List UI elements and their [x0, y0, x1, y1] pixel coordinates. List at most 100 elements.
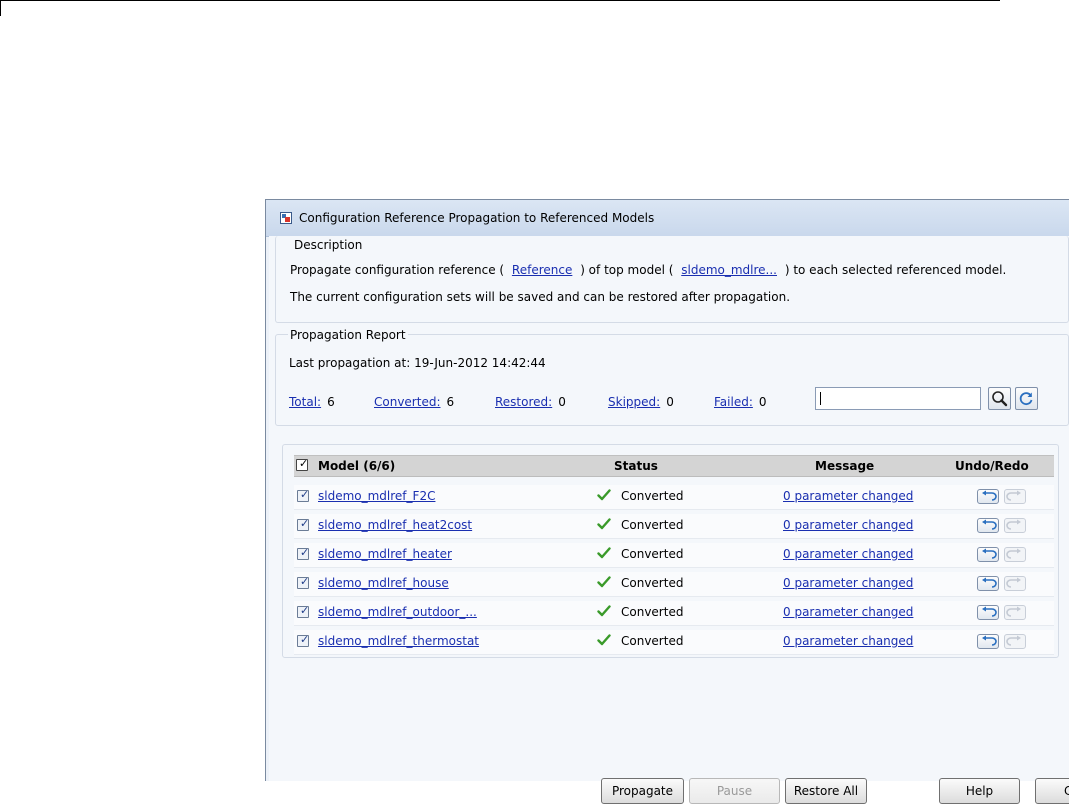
table-row[interactable]: ✓ sldemo_mdlref_house Converted 0 parameter… [294, 572, 1054, 597]
page-top-rule [0, 0, 1000, 1]
check-icon [597, 518, 611, 530]
restore-all-button[interactable]: Restore All [785, 778, 867, 804]
table-row[interactable]: ✓ sldemo_mdlref_thermostat Converted 0 para… [294, 630, 1054, 655]
help-button[interactable]: Help [939, 778, 1020, 804]
redo-button[interactable] [1004, 576, 1026, 591]
select-all-checkbox[interactable]: ✓ [296, 457, 309, 471]
checkmark-icon: ✓ [299, 457, 309, 470]
restored-value: 0 [558, 395, 566, 409]
checkmark-icon: ✓ [300, 546, 310, 559]
row-checkbox[interactable]: ✓ [297, 575, 309, 589]
redo-icon [1006, 519, 1021, 530]
description-group: Description Propagate configuration refe… [275, 236, 1069, 323]
stat-skipped: Skipped: 0 [608, 395, 674, 409]
model-link[interactable]: sldemo_mdlref_heat2cost [318, 518, 472, 532]
stat-total: Total: 6 [289, 395, 335, 409]
stat-failed: Failed: 0 [714, 395, 767, 409]
description-text-mid: ) of top model ( [580, 263, 674, 277]
redo-icon [1006, 548, 1021, 559]
status-text: Converted [621, 489, 684, 503]
top-model-link[interactable]: sldemo_mdlre... [681, 263, 777, 277]
table-row[interactable]: ✓ sldemo_mdlref_F2C Converted 0 parameter c… [294, 485, 1054, 510]
propagation-dialog: Configuration Reference Propagation to R… [265, 199, 1069, 804]
model-link[interactable]: sldemo_mdlref_F2C [318, 489, 435, 503]
propagate-button[interactable]: Propagate [601, 778, 684, 804]
model-link[interactable]: sldemo_mdlref_outdoor_... [318, 605, 477, 619]
status-text: Converted [621, 576, 684, 590]
filter-input[interactable] [815, 387, 981, 410]
message-link[interactable]: 0 parameter changed [783, 576, 913, 590]
redo-icon [1006, 635, 1021, 646]
row-checkbox[interactable]: ✓ [297, 604, 310, 618]
redo-button[interactable] [1004, 634, 1026, 649]
converted-value: 6 [446, 395, 455, 409]
redo-button[interactable] [1004, 605, 1026, 620]
row-checkbox[interactable]: ✓ [297, 633, 310, 647]
simulink-app-icon [280, 212, 292, 224]
column-model[interactable]: Model (6/6) [318, 459, 395, 473]
row-checkbox[interactable]: ✓ [297, 517, 309, 531]
total-link[interactable]: Total: [289, 395, 321, 409]
description-text-suffix: ) to each selected referenced model. [784, 263, 1007, 277]
message-link[interactable]: 0 parameter changed [783, 489, 913, 503]
table-row[interactable]: ✓ sldemo_mdlref_heat2cost Converted 0 param… [294, 514, 1054, 539]
undo-button[interactable] [977, 518, 999, 533]
undo-icon [982, 490, 997, 501]
undo-button[interactable] [977, 576, 999, 591]
column-undo-redo[interactable]: Undo/Redo [955, 459, 1029, 473]
redo-button[interactable] [1004, 518, 1026, 533]
failed-value: 0 [758, 395, 767, 409]
skipped-value: 0 [666, 395, 674, 409]
model-link[interactable]: sldemo_mdlref_heater [318, 547, 452, 561]
undo-icon [982, 519, 997, 530]
title-bar[interactable]: Configuration Reference Propagation to R… [266, 200, 1069, 237]
reference-link[interactable]: Reference [512, 263, 572, 277]
search-button[interactable] [988, 387, 1011, 410]
failed-link[interactable]: Failed: [714, 395, 753, 409]
description-line-2: The current configuration sets will be s… [290, 290, 791, 304]
refresh-icon [1019, 392, 1033, 406]
redo-button[interactable] [1004, 489, 1026, 504]
model-link[interactable]: sldemo_mdlref_thermostat [318, 634, 479, 648]
converted-link[interactable]: Converted: [374, 395, 441, 409]
check-icon [597, 634, 611, 646]
magnifier-icon [992, 391, 1008, 407]
message-link[interactable]: 0 parameter changed [783, 605, 913, 619]
report-title: Propagation Report [288, 328, 408, 342]
message-link[interactable]: 0 parameter changed [783, 547, 913, 561]
skipped-link[interactable]: Skipped: [608, 395, 660, 409]
check-icon [597, 489, 611, 501]
total-value: 6 [327, 395, 335, 409]
last-propagation-text: Last propagation at: 19-Jun-2012 14:42:4… [289, 356, 546, 370]
column-message[interactable]: Message [815, 459, 874, 473]
message-link[interactable]: 0 parameter changed [783, 518, 913, 532]
checkmark-icon: ✓ [300, 633, 310, 646]
window-title: Configuration Reference Propagation to R… [299, 211, 655, 225]
row-checkbox[interactable]: ✓ [297, 546, 310, 560]
undo-button[interactable] [977, 605, 999, 620]
refresh-button[interactable] [1015, 387, 1038, 410]
table-row[interactable]: ✓ sldemo_mdlref_outdoor_... Converted 0 par… [294, 601, 1054, 626]
redo-button[interactable] [1004, 547, 1026, 562]
model-link[interactable]: sldemo_mdlref_house [318, 576, 449, 590]
row-checkbox[interactable]: ✓ [297, 488, 310, 502]
check-icon [597, 547, 611, 559]
undo-button[interactable] [977, 547, 999, 562]
checkmark-icon: ✓ [300, 604, 310, 617]
table-row[interactable]: ✓ sldemo_mdlref_heater Converted 0 paramete… [294, 543, 1054, 568]
close-button[interactable]: C [1035, 778, 1069, 804]
checkmark-icon: ✓ [300, 488, 310, 501]
undo-button[interactable] [977, 634, 999, 649]
undo-button[interactable] [977, 489, 999, 504]
restored-link[interactable]: Restored: [495, 395, 552, 409]
description-text-prefix: Propagate configuration reference ( [290, 263, 505, 277]
description-title: Description [294, 238, 363, 252]
table-header: ✓ Model (6/6) Status Message Undo/Redo [294, 455, 1054, 477]
column-status[interactable]: Status [614, 459, 658, 473]
pause-button[interactable]: Pause [689, 778, 780, 804]
status-text: Converted [621, 634, 684, 648]
check-icon [597, 605, 611, 617]
stat-converted: Converted: 6 [374, 395, 454, 409]
page-left-tick [0, 0, 1, 16]
message-link[interactable]: 0 parameter changed [783, 634, 913, 648]
